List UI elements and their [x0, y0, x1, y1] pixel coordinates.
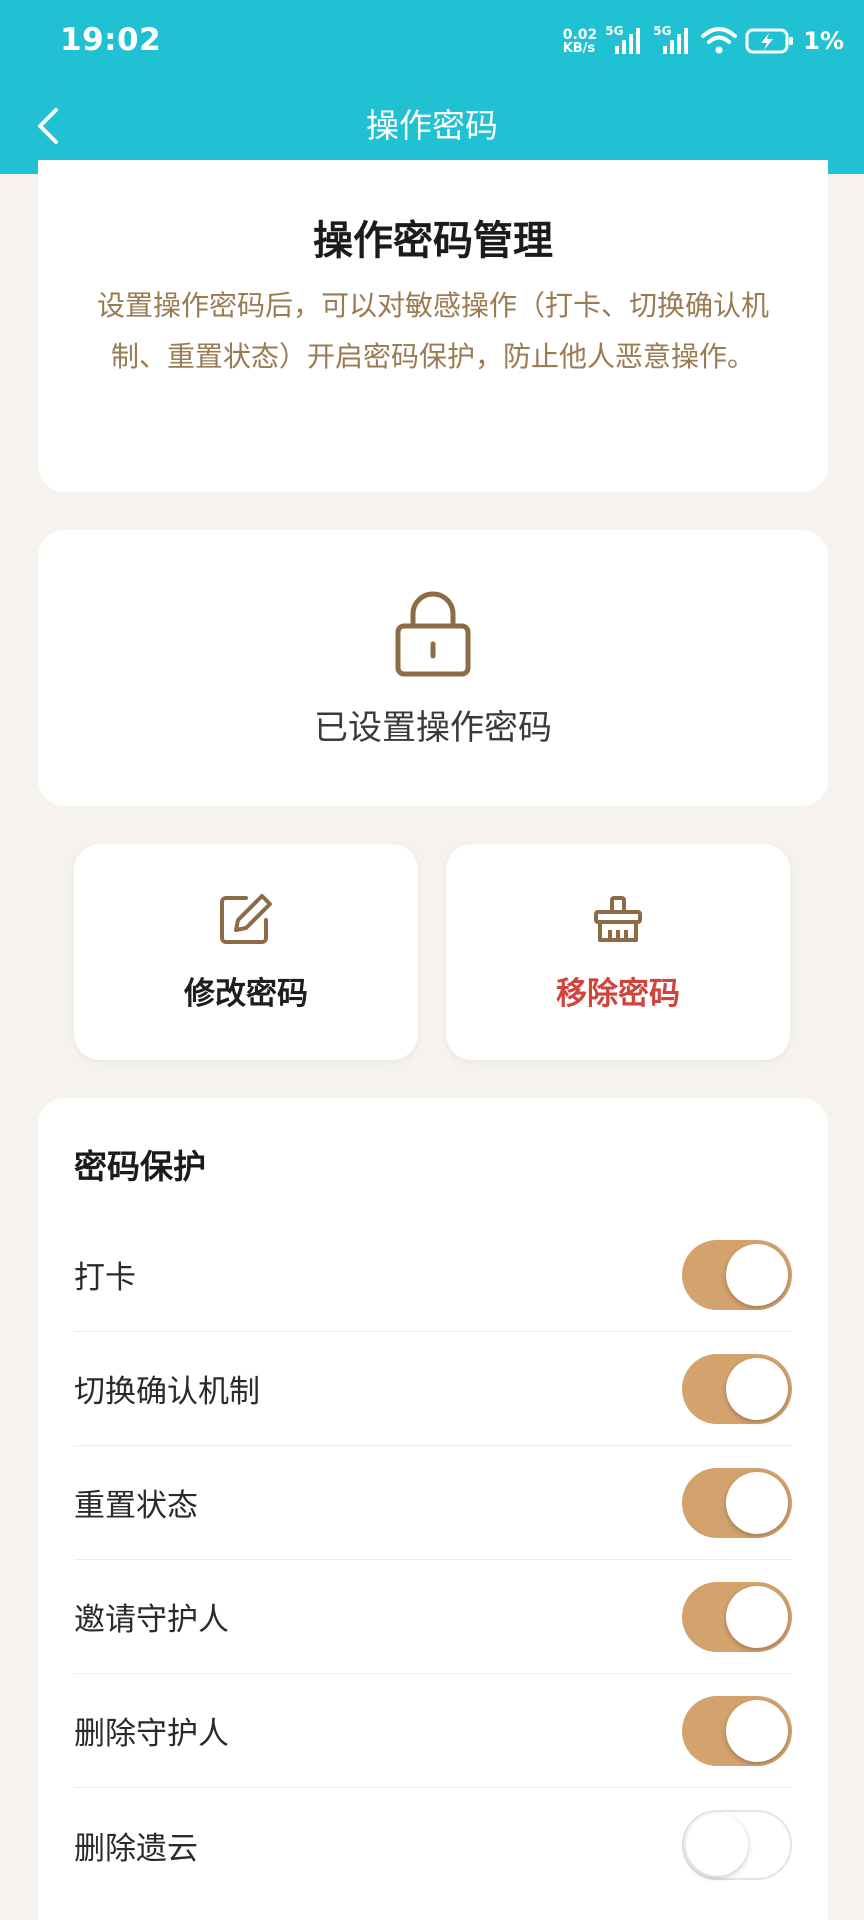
reset-status-toggle[interactable]	[682, 1467, 792, 1538]
password-status-card: 已设置操作密码	[38, 530, 828, 806]
password-protection-card: 密码保护 打卡 切换确认机制 重置状态 邀请守护人 删除守护人 删除遗云	[38, 1098, 828, 1920]
protection-row-checkin: 打卡	[74, 1218, 792, 1332]
status-time: 19:02	[60, 22, 162, 58]
password-status-label: 已设置操作密码	[314, 708, 552, 748]
wifi-icon	[701, 27, 738, 54]
switch-mechanism-toggle[interactable]	[682, 1353, 792, 1424]
signal-icon: 5G	[605, 24, 645, 56]
checkin-toggle[interactable]	[682, 1239, 792, 1310]
protection-row-label: 删除遗云	[74, 1830, 198, 1867]
protection-title: 密码保护	[74, 1147, 206, 1186]
protection-row-switch-mechanism: 切换确认机制	[74, 1332, 792, 1446]
toggle-knob	[726, 1585, 788, 1648]
delete-guardian-toggle[interactable]	[682, 1695, 792, 1766]
remove-password-label: 移除密码	[556, 976, 680, 1012]
edit-password-label: 修改密码	[184, 976, 308, 1012]
toggle-knob	[726, 1357, 788, 1420]
app-header: 19:02 0.02 KB/s 5G 5G 1% 操作密码	[0, 0, 864, 174]
protection-row-delete-guardian: 删除守护人	[74, 1674, 792, 1788]
page-title: 操作密码	[366, 106, 498, 145]
protection-row-label: 切换确认机制	[74, 1374, 260, 1410]
invite-guardian-toggle[interactable]	[682, 1581, 792, 1652]
protection-row-label: 邀请守护人	[74, 1602, 229, 1638]
network-speed-value: 0.02	[562, 26, 598, 43]
signal-icon: 5G	[653, 24, 693, 56]
battery-percent: 1%	[803, 27, 844, 55]
toggle-knob	[726, 1243, 788, 1306]
intro-title: 操作密码管理	[313, 218, 553, 264]
toggle-knob	[726, 1471, 788, 1534]
battery-icon	[745, 28, 794, 54]
edit-password-button[interactable]: 修改密码	[74, 844, 418, 1060]
remove-password-button[interactable]: 移除密码	[446, 844, 790, 1060]
protection-row-label: 重置状态	[74, 1488, 198, 1524]
edit-icon	[220, 894, 272, 944]
lock-icon	[395, 591, 471, 677]
network-speed: 0.02 KB/s	[563, 28, 598, 55]
protection-row-invite-guardian: 邀请守护人	[74, 1560, 792, 1674]
status-icons: 0.02 KB/s 5G 5G 1%	[563, 20, 844, 62]
network-speed-unit: KB/s	[562, 40, 596, 56]
intro-description: 设置操作密码后，可以对敏感操作（打卡、切换确认机制、重置状态）开启密码保护，防止…	[96, 289, 769, 373]
toggle-knob	[686, 1814, 748, 1876]
screen: 19:02 0.02 KB/s 5G 5G 1% 操作密码 操作密码管理 设置操…	[0, 0, 864, 1920]
brush-clean-icon	[594, 896, 642, 942]
protection-row-delete-cloud: 删除遗云	[74, 1788, 792, 1902]
protection-row-label: 打卡	[74, 1260, 136, 1296]
protection-row-label: 删除守护人	[74, 1716, 229, 1752]
toggle-knob	[726, 1699, 788, 1762]
delete-cloud-toggle[interactable]	[682, 1810, 792, 1880]
intro-card: 操作密码管理 设置操作密码后，可以对敏感操作（打卡、切换确认机制、重置状态）开启…	[38, 160, 828, 492]
protection-row-reset-status: 重置状态	[74, 1446, 792, 1560]
